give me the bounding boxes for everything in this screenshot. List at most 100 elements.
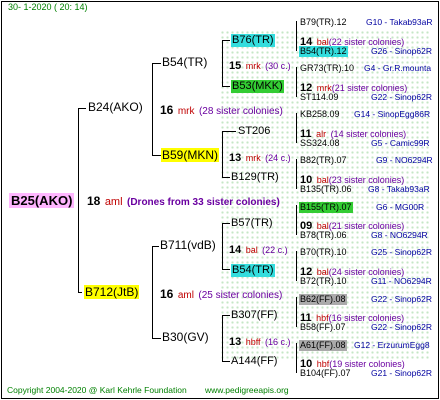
gen4-12-site: G11 - NO6294R xyxy=(371,276,432,286)
connector xyxy=(152,155,161,156)
queen-gen4-16[interactable]: B104(FF).07 xyxy=(300,369,351,378)
gen1-dam-info: 16 aml (25 sister colonies) xyxy=(160,286,282,302)
queen-gen4-11[interactable]: B70(TR).10 xyxy=(300,248,347,257)
root-drones: (Drones from 33 sister colonies) xyxy=(127,197,280,208)
gen2-3-sisters: (22 c.) xyxy=(262,245,288,255)
queen-gen2-3[interactable]: B711(vdB) xyxy=(160,239,216,251)
gen4-1-site: G10 - Takab93aR xyxy=(366,17,433,27)
queen-gen3-2[interactable]: B53(MKK) xyxy=(231,80,284,93)
gen4-11-site: G25 - Sinop62R xyxy=(371,247,432,257)
queen-gen4-12[interactable]: B72(TR).10 xyxy=(300,277,347,286)
gen1-dam-number: 16 xyxy=(160,287,174,301)
queen-root[interactable]: B25(AKO) xyxy=(9,193,75,208)
connector xyxy=(78,108,79,292)
queen-gen4-15[interactable]: A61(FF).08 xyxy=(299,340,347,351)
queen-gen4-14[interactable]: B58(FF).07 xyxy=(300,323,346,332)
gen2-3-number: 14 xyxy=(229,244,242,256)
queen-gen4-2[interactable]: B54(TR).12 xyxy=(299,46,348,57)
gen4-2-site: G26 - Sinop62R xyxy=(371,46,432,56)
gen4-10-site: G8 - NO6294R xyxy=(371,230,428,240)
gen4-8-site: G8 - Takab93aR xyxy=(368,184,430,194)
queen-gen1-dam[interactable]: B712(JtB) xyxy=(84,285,140,299)
connector xyxy=(152,246,159,247)
connector xyxy=(222,40,230,41)
connector xyxy=(296,159,297,189)
connector xyxy=(222,177,230,178)
queen-gen3-1[interactable]: B76(TR) xyxy=(231,34,275,47)
website-link[interactable]: www.pedigreeapis.org xyxy=(205,386,289,395)
connector xyxy=(296,113,297,143)
connector xyxy=(152,246,153,338)
gen4-3-site: G4 - Gr.R.mounta xyxy=(364,63,432,73)
connector xyxy=(296,297,297,327)
queen-gen3-8[interactable]: A144(FF) xyxy=(231,356,277,367)
gen4-15-site: G12 - ErzurumEgg8 xyxy=(354,340,430,350)
gen2-2-sisters: (24 c.) xyxy=(265,153,291,163)
connector xyxy=(222,40,223,86)
gen2-2-info: 13 mrk (24 c.) xyxy=(229,149,291,165)
queen-gen2-4[interactable]: B30(GV) xyxy=(162,331,209,343)
gen2-4-info: 13 hbff (16 c.) xyxy=(229,333,291,349)
queen-gen3-3[interactable]: ST206 xyxy=(238,126,270,137)
gen4-9-site: G6 - MG00R xyxy=(376,202,425,212)
queen-gen1-sire[interactable]: B24(AKO) xyxy=(88,101,143,113)
queen-gen4-4[interactable]: ST114.09 xyxy=(300,93,338,102)
queen-gen4-7[interactable]: B82(TR).07 xyxy=(300,156,347,165)
queen-gen4-1[interactable]: B79(TR).12 xyxy=(300,18,347,27)
gen2-4-sisters: (16 c.) xyxy=(265,337,291,347)
connector xyxy=(296,343,297,373)
gen2-1-abbrev: mrk xyxy=(245,61,261,71)
gen4-5-site: G14 - SinopEgg86R xyxy=(354,109,431,119)
root-abbrev: aml xyxy=(104,196,123,208)
queen-gen2-2[interactable]: B59(MKN) xyxy=(161,148,220,162)
gen2-3-abbrev: bal xyxy=(245,245,258,255)
connector xyxy=(222,131,223,177)
connector xyxy=(222,223,230,224)
gen2-3-info: 14 bal (22 c.) xyxy=(229,241,288,257)
connector xyxy=(152,63,161,64)
queen-gen2-1[interactable]: B54(TR) xyxy=(162,56,207,68)
connector xyxy=(222,86,230,87)
gen2-2-abbrev: mrk xyxy=(245,153,261,163)
gen4-4-site: G22 - Sinop62R xyxy=(371,92,432,102)
connector xyxy=(78,292,82,293)
gen1-sire-sisters: (28 sister colonies) xyxy=(198,106,283,117)
queen-gen3-7[interactable]: B307(FF) xyxy=(231,310,277,321)
gen2-4-abbrev: hbff xyxy=(245,337,261,347)
connector xyxy=(222,131,236,132)
connector xyxy=(222,361,230,362)
connector xyxy=(152,63,153,155)
gen4-14-site: G22 - Sinop62R xyxy=(371,322,432,332)
gen2-2-number: 13 xyxy=(229,152,242,164)
gen1-dam-abbrev: aml xyxy=(177,290,194,301)
connector xyxy=(296,251,297,281)
queen-gen4-9[interactable]: B155(TR).07 xyxy=(299,202,353,213)
queen-gen4-3[interactable]: GR73(TR).10 xyxy=(300,64,354,73)
connector xyxy=(296,67,297,97)
queen-gen4-5[interactable]: KB258.09 xyxy=(300,110,340,119)
queen-gen4-8[interactable]: B135(TR).06 xyxy=(300,185,352,194)
root-number: 18 xyxy=(87,194,101,208)
gen4-13-site: G22 - Sinop62R xyxy=(371,294,432,304)
header-date: 30- 1-2020 ( 20: 14) xyxy=(8,2,88,12)
connector xyxy=(222,315,230,316)
gen4-16-site: G21 - Sinop62R xyxy=(371,368,432,378)
queen-gen3-4[interactable]: B129(TR) xyxy=(231,172,279,183)
gen4-6-site: G5 - Camic99R xyxy=(371,138,430,148)
queen-gen4-6[interactable]: SS324.08 xyxy=(300,139,340,148)
connector xyxy=(222,269,230,270)
queen-gen3-5[interactable]: B57(TR) xyxy=(231,218,273,229)
gen2-1-info: 15 mrk (30 c.) xyxy=(229,57,291,73)
connector xyxy=(222,315,223,361)
gen1-dam-sisters: (25 sister colonies) xyxy=(198,290,283,301)
connector xyxy=(152,338,161,339)
queen-gen4-10[interactable]: B78(TR).06 xyxy=(300,231,347,240)
gen1-sire-number: 16 xyxy=(160,103,174,117)
queen-gen4-13[interactable]: B62(FF).08 xyxy=(299,294,347,305)
root-info: 18 aml (Drones from 33 sister colonies) xyxy=(87,193,280,209)
connector xyxy=(296,21,297,51)
connector xyxy=(78,108,86,109)
connector xyxy=(296,205,297,235)
gen4-7-site: G9 - NO6294R xyxy=(376,155,433,165)
queen-gen3-6[interactable]: B54(TR) xyxy=(231,264,275,277)
